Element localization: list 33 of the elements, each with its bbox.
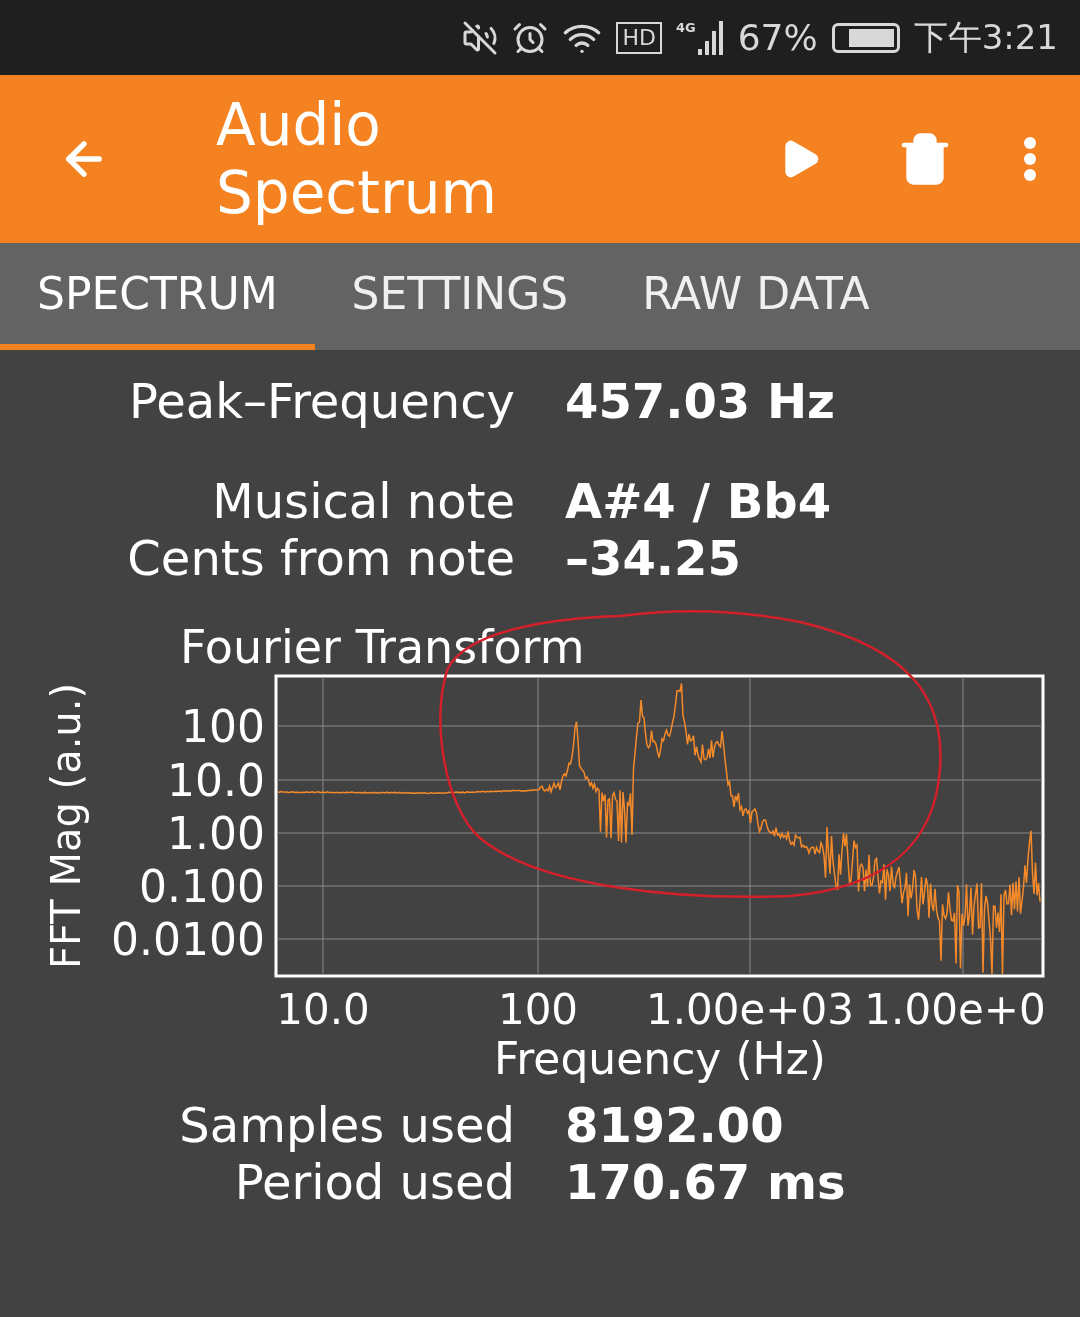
y-tick-label: 10.0 bbox=[167, 755, 265, 806]
clock-time: 下午3:21 bbox=[913, 16, 1058, 59]
signal-icon bbox=[697, 20, 724, 55]
reading-label: Samples used bbox=[178, 1095, 515, 1155]
muted-speaker-icon bbox=[462, 19, 499, 56]
x-tick-label: 1.00e+0 bbox=[864, 985, 1046, 1034]
tab[interactable]: RAW DATA bbox=[605, 243, 907, 350]
reading-value: 8192.00 bbox=[565, 1095, 784, 1155]
reading-value: 457.03 Hz bbox=[565, 371, 836, 431]
x-axis-label: Frequency (Hz) bbox=[494, 1033, 826, 1084]
reading-label: Cents from note bbox=[126, 528, 515, 588]
battery-icon bbox=[831, 22, 900, 53]
x-tick-label: 1.00e+03 bbox=[646, 985, 854, 1034]
reading-value: A#4 / Bb4 bbox=[565, 471, 832, 531]
more-options-icon bbox=[1023, 136, 1037, 182]
reading-value: 170.67 ms bbox=[565, 1152, 846, 1212]
y-tick-label: 100 bbox=[181, 701, 265, 752]
reading-value: –34.25 bbox=[565, 528, 741, 588]
y-tick-label: 0.100 bbox=[139, 861, 265, 912]
x-tick-label: 100 bbox=[497, 985, 579, 1034]
app-title: Audio Spectrum bbox=[216, 91, 499, 227]
y-tick-label: 1.00 bbox=[167, 808, 265, 859]
reading-label: Musical note bbox=[211, 471, 515, 531]
y-axis-label: FFT Mag (a.u.) bbox=[43, 682, 89, 970]
network-label: 4G bbox=[675, 20, 696, 34]
y-tick-label: 0.0100 bbox=[111, 914, 265, 965]
hd-badge: HD bbox=[616, 21, 662, 54]
tab[interactable]: SPECTRUM bbox=[0, 243, 315, 350]
battery-percent: 67% bbox=[737, 15, 818, 60]
tab[interactable]: SETTINGS bbox=[314, 243, 606, 350]
x-tick-label: 10.0 bbox=[276, 985, 370, 1034]
reading-label: Period used bbox=[233, 1152, 515, 1212]
reading-label: Peak–Frequency bbox=[128, 371, 515, 431]
